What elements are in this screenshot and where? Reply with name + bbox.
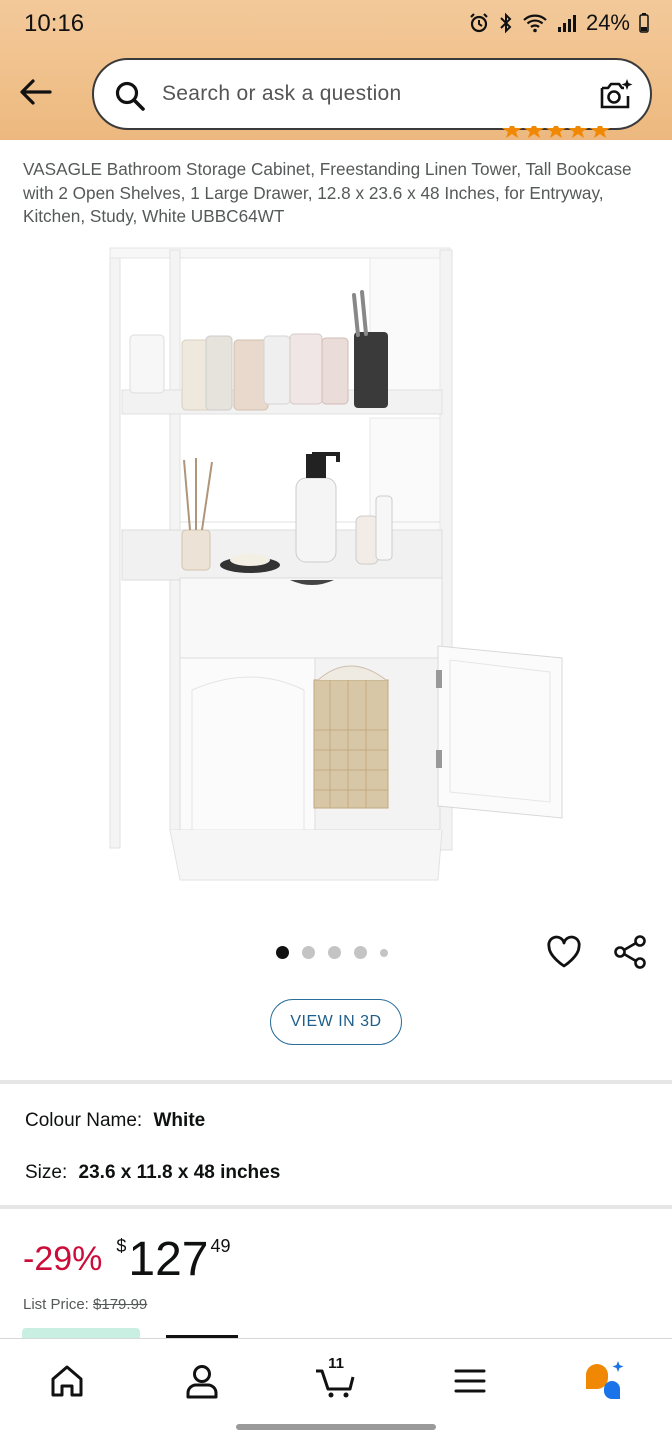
search-bar[interactable]: Search or ask a question [92, 58, 652, 130]
list-price-value: $179.99 [93, 1296, 148, 1313]
cart-count: 11 [328, 1355, 344, 1372]
bluetooth-icon [500, 12, 512, 34]
size-attribute[interactable]: Size: 23.6 x 11.8 x 48 inches [25, 1162, 280, 1184]
search-icon [115, 81, 145, 111]
size-label: Size: [25, 1162, 68, 1183]
status-bar: 10:16 24% [0, 0, 672, 52]
share-icon[interactable] [612, 934, 648, 970]
price-currency: $ [116, 1236, 127, 1256]
back-arrow-icon[interactable] [18, 74, 54, 110]
view-in-3d-button[interactable]: VIEW IN 3D [270, 999, 402, 1045]
home-icon[interactable] [45, 1359, 89, 1403]
bottom-nav: 11 [0, 1338, 672, 1418]
colour-label: Colour Name: [25, 1110, 143, 1131]
search-input[interactable]: Search or ask a question [162, 82, 402, 106]
wifi-icon [523, 14, 547, 33]
colour-value: White [153, 1110, 206, 1131]
account-icon[interactable] [180, 1359, 224, 1403]
battery-icon [639, 13, 649, 33]
menu-icon[interactable] [448, 1359, 492, 1403]
price-fraction: 49 [210, 1236, 231, 1256]
alarm-icon [470, 13, 488, 33]
colour-attribute[interactable]: Colour Name: White [25, 1110, 205, 1132]
status-time: 10:16 [24, 10, 85, 37]
rufus-icon[interactable] [582, 1359, 626, 1403]
carousel-dot[interactable] [328, 946, 341, 959]
list-price-label: List Price: [23, 1296, 89, 1313]
signal-icon [557, 15, 576, 32]
divider [0, 1205, 672, 1209]
image-carousel-dots[interactable] [276, 946, 388, 959]
header-bar: 10:16 24% Search or ask a question [0, 0, 672, 140]
heart-icon[interactable] [546, 934, 582, 970]
carousel-dot[interactable] [354, 946, 367, 959]
discount-percent: -29% [23, 1240, 103, 1278]
product-title[interactable]: VASAGLE Bathroom Storage Cabinet, Freest… [23, 158, 653, 229]
product-image[interactable] [100, 240, 580, 890]
price-whole: 127 [128, 1233, 209, 1286]
divider [0, 1080, 672, 1084]
battery-level: 24% [585, 10, 630, 35]
camera-search-icon[interactable] [596, 76, 634, 114]
status-icons: 24% [468, 10, 650, 36]
carousel-dot[interactable] [380, 948, 388, 957]
list-price: List Price: $179.99 [23, 1296, 147, 1313]
carousel-dot[interactable] [276, 946, 289, 959]
deal-badge [22, 1328, 140, 1338]
carousel-dot[interactable] [302, 946, 315, 959]
gesture-bar [236, 1424, 436, 1430]
size-value: 23.6 x 11.8 x 48 inches [78, 1162, 281, 1183]
rating-stars-icon [502, 126, 610, 138]
price-block: -29% $ 127 49 [23, 1232, 231, 1288]
cart-button[interactable]: 11 [314, 1355, 358, 1403]
